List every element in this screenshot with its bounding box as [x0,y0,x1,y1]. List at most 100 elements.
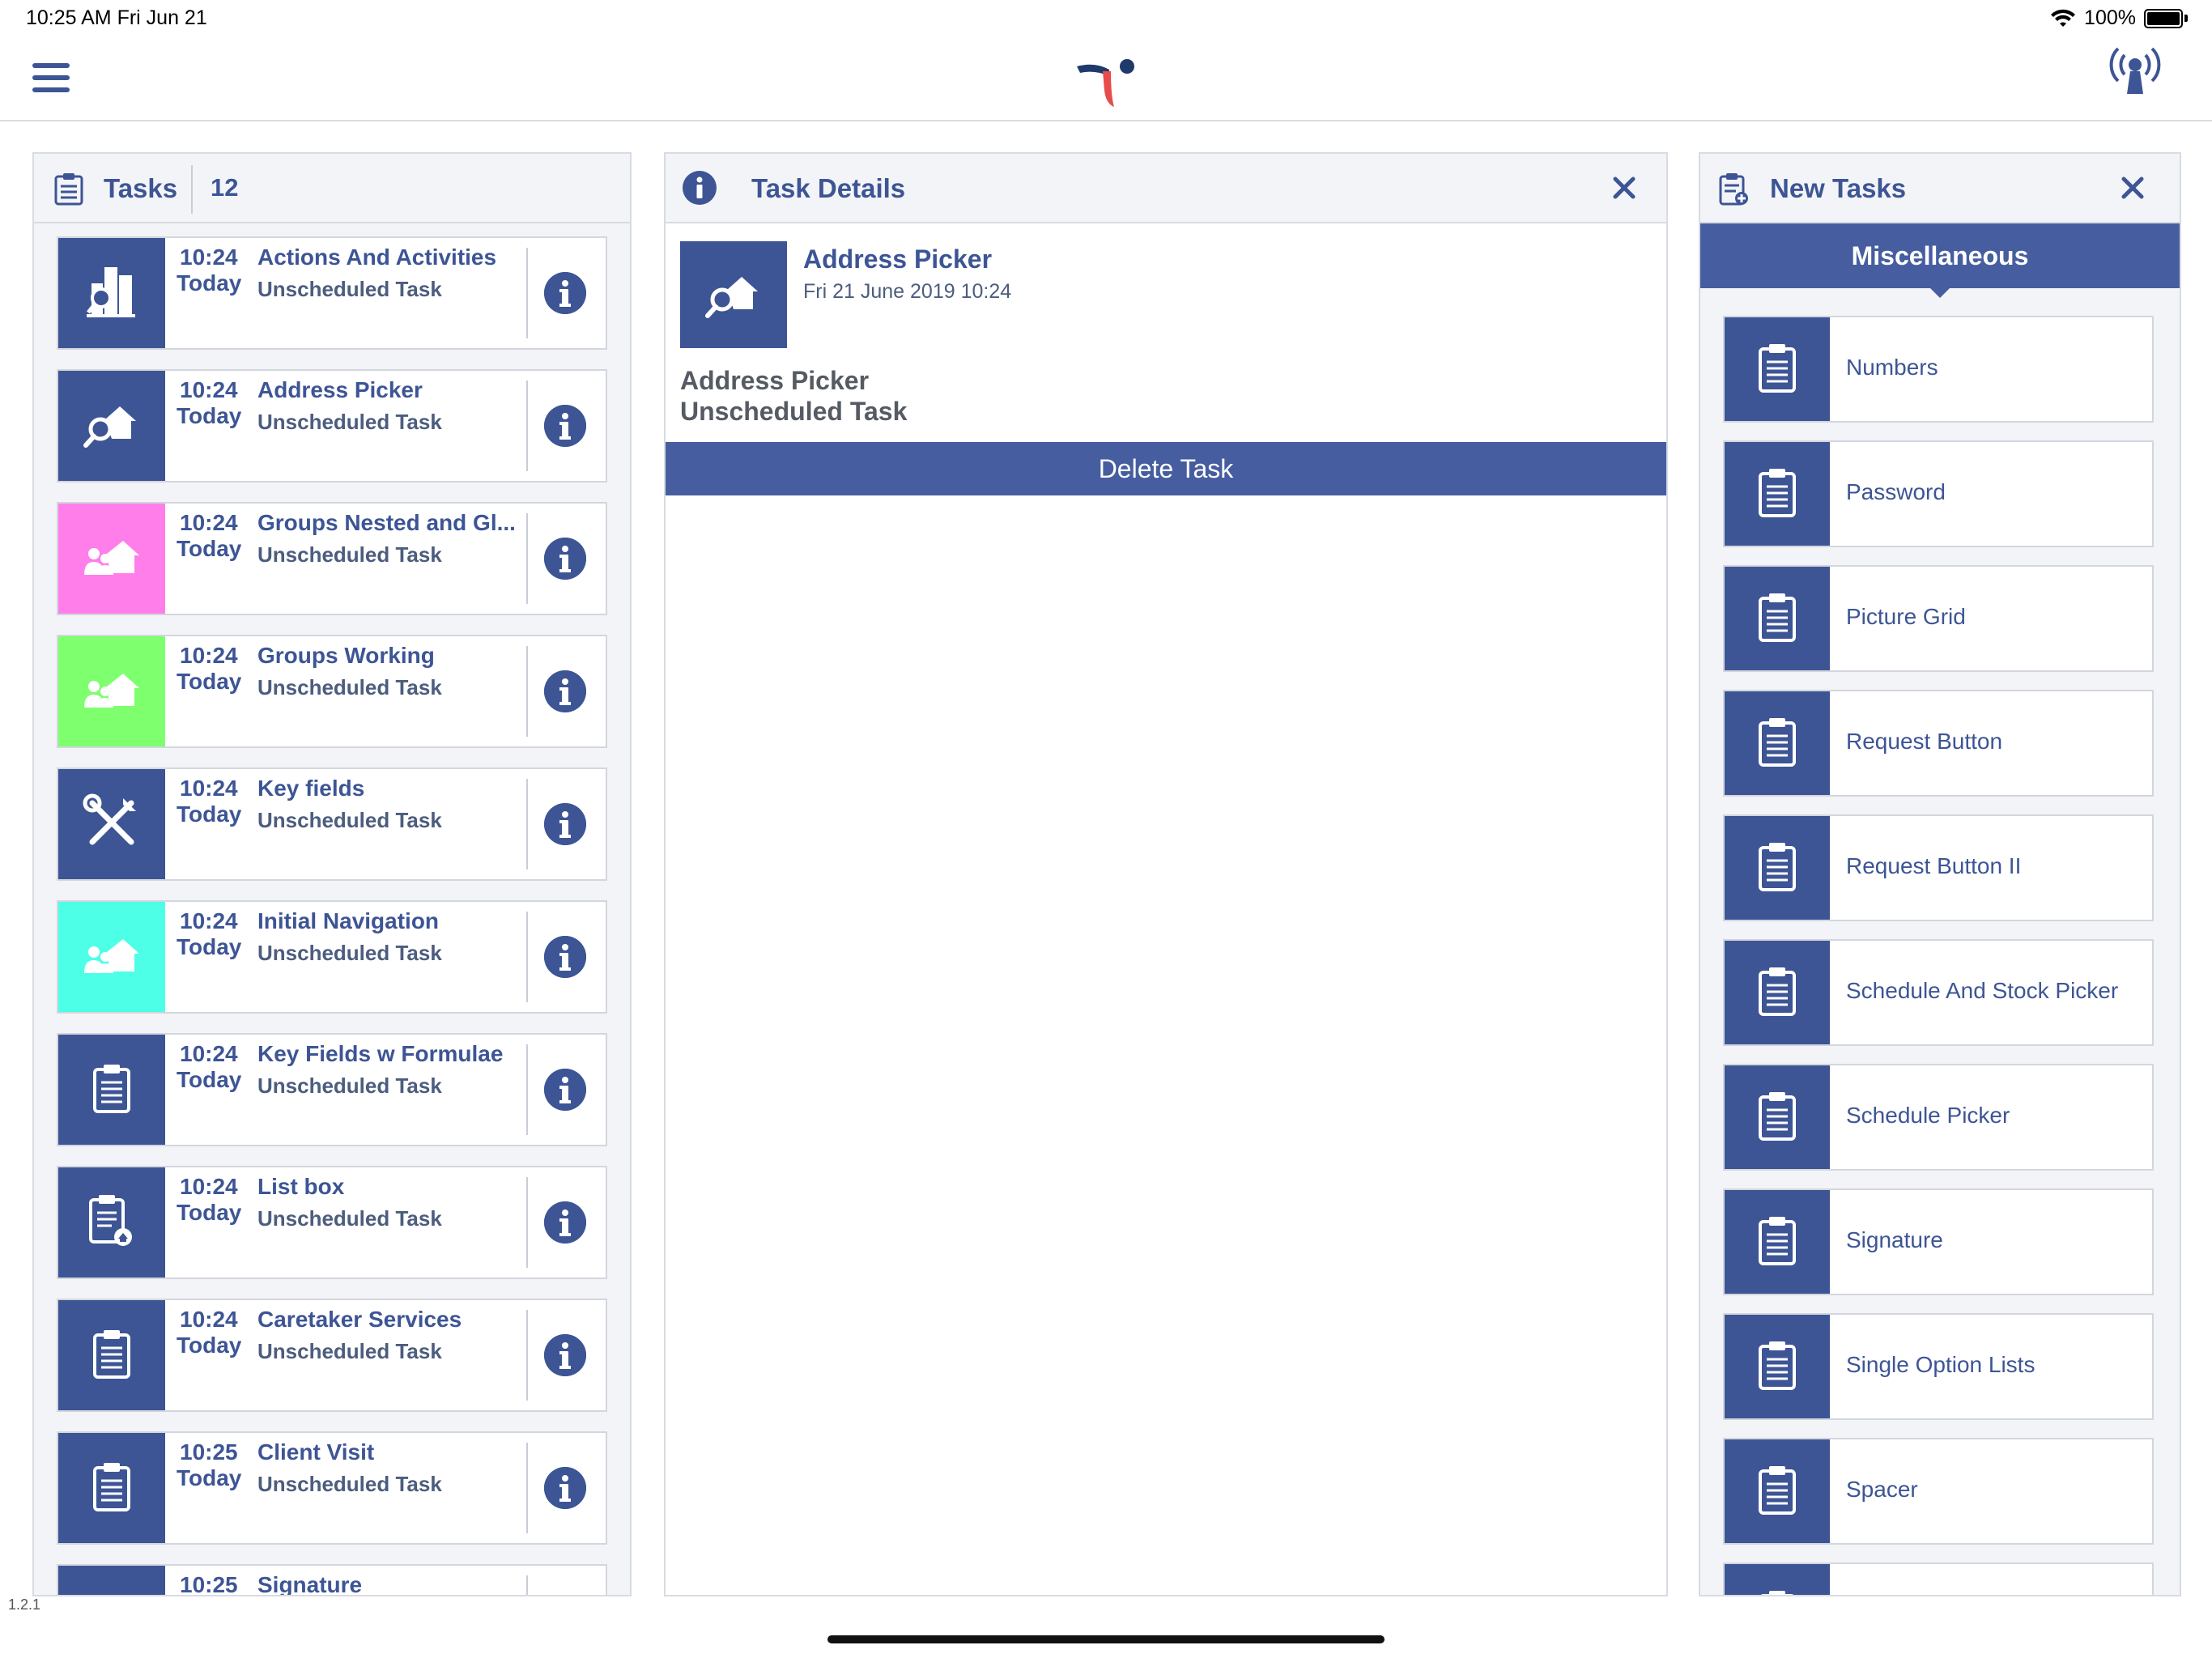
task-divider [526,380,528,471]
task-subtitle: Unscheduled Task [257,675,442,699]
info-icon[interactable] [544,936,586,978]
task-title: Groups Working [257,643,435,668]
clipboard-add-icon [1719,173,1748,206]
clipboard-icon [91,1461,132,1516]
task-divider [526,1177,528,1268]
task-card[interactable]: 10:25 Today Client Visit Unscheduled Task [57,1431,607,1545]
info-icon[interactable] [544,405,586,447]
app-logo [1077,59,1134,107]
new-task-form-item[interactable]: Spacer [1723,1438,2154,1545]
task-subtitle: Unscheduled Task [257,1339,442,1363]
task-card[interactable]: 10:24 Today Initial Navigation Unscheduled … [57,900,607,1014]
clipboard-icon [1757,1215,1797,1269]
new-task-form-item[interactable]: Schedule Picker [1723,1064,2154,1171]
info-icon[interactable] [544,670,586,712]
task-divider [526,1310,528,1401]
task-card[interactable]: 10:24 Today List box Unscheduled Task [57,1166,607,1279]
task-title: Groups Nested and Gl... [257,510,516,535]
form-label: Picture Grid [1846,604,1966,629]
task-thumbnail [58,1035,165,1145]
home-indicator [827,1635,1385,1643]
clipboard-icon [91,1063,132,1117]
info-icon[interactable] [544,1201,586,1244]
detail-task-thumbnail [680,241,787,348]
clipboard-icon [1757,716,1797,771]
top-nav-bar [0,39,2212,121]
task-thumbnail [58,636,165,746]
task-title: Key fields [257,776,365,801]
new-task-form-item[interactable]: Signature [1723,1188,2154,1295]
new-task-form-item[interactable] [1723,1562,2154,1595]
new-tasks-title: New Tasks [1770,173,1907,203]
new-task-form-item[interactable]: Numbers [1723,316,2154,423]
broadcast-icon[interactable] [2108,44,2162,97]
clipboard-icon [1757,592,1797,646]
clipboard-icon [1757,342,1797,397]
info-icon[interactable] [544,1334,586,1376]
info-icon[interactable] [544,803,586,845]
details-panel-header: Task Details [666,154,1666,223]
task-title: Address Picker [257,377,423,402]
battery-tip [2184,15,2188,22]
task-card[interactable]: 10:24 Today Groups Nested and Gl... Unsched… [57,502,607,615]
clipboard-icon [91,1329,132,1383]
tools-icon [83,793,141,856]
delete-task-button[interactable]: Delete Task [666,442,1666,495]
form-label: Request Button II [1846,853,2022,878]
info-icon[interactable] [544,1069,586,1111]
form-label: Request Button [1846,729,2003,754]
close-icon[interactable] [2120,175,2146,201]
info-icon[interactable] [544,1467,586,1509]
new-task-form-item[interactable]: Schedule And Stock Picker [1723,939,2154,1046]
task-thumbnail [58,902,165,1012]
battery-percent: 100% [2084,6,2136,29]
task-time: 10:25 [180,1572,238,1596]
form-thumbnail [1725,442,1830,546]
task-subtitle: Unscheduled Task [257,1073,442,1098]
form-label: Schedule And Stock Picker [1846,978,2119,1003]
task-card[interactable]: 10:24 Today Caretaker Services Unscheduled … [57,1299,607,1412]
task-card[interactable]: 10:24 Today Actions And Activities Unschedu… [57,236,607,350]
task-time: 10:24 [180,510,238,535]
task-details-panel: Task Details Address Picker Fri 21 June … [664,152,1668,1596]
clipboard-icon [1757,1465,1797,1519]
task-card[interactable]: 10:24 Today Groups Working Unscheduled Task [57,635,607,748]
new-tasks-panel: New Tasks Miscellaneous Numbers Password P… [1699,152,2181,1596]
new-task-form-item[interactable]: Picture Grid [1723,565,2154,672]
close-icon[interactable] [1611,175,1637,201]
clipboard-icon [1757,1589,1797,1595]
new-task-form-item[interactable]: Request Button [1723,690,2154,797]
menu-icon[interactable] [32,63,70,92]
detail-task-date: Fri 21 June 2019 10:24 [803,280,1012,303]
tasks-title: Tasks [104,173,178,203]
app-version: 1.2.1 [8,1596,41,1613]
detail-task-title: Address Picker [803,244,993,274]
form-thumbnail [1725,317,1830,421]
task-divider [526,513,528,604]
task-card[interactable]: 10:24 Today Address Picker Unscheduled Task [57,369,607,483]
task-day: Today [177,1067,242,1092]
header-divider [191,165,193,214]
task-card[interactable]: 10:24 Today Key Fields w Formulae Unschedul… [57,1033,607,1146]
category-miscellaneous[interactable]: Miscellaneous [1700,223,2180,288]
new-task-form-item[interactable]: Single Option Lists [1723,1313,2154,1420]
info-icon[interactable] [544,272,586,314]
house-search-icon [705,277,758,318]
new-task-form-item[interactable]: Password [1723,440,2154,547]
task-title: Caretaker Services [257,1307,462,1332]
task-title: List box [257,1174,345,1199]
new-task-form-item[interactable]: Request Button II [1723,814,2154,921]
task-card[interactable]: 10:25TodaySignatureUnscheduled Task [57,1564,607,1596]
task-card[interactable]: 10:24 Today Key fields Unscheduled Task [57,767,607,881]
task-thumbnail [58,1566,165,1595]
task-title: Key Fields w Formulae [257,1041,504,1066]
task-subtitle: Unscheduled Task [257,1206,442,1231]
task-subtitle: Unscheduled Task [257,808,442,832]
new-task-form-list: Numbers Password Picture Grid Request Butto… [1723,316,2160,1595]
wifi-icon [2051,9,2076,27]
task-day: Today [177,1200,242,1225]
tasks-panel-header: Tasks 12 [34,154,630,223]
info-icon[interactable] [544,538,586,580]
form-label: Signature [1846,1227,1943,1252]
task-title: Initial Navigation [257,908,440,933]
